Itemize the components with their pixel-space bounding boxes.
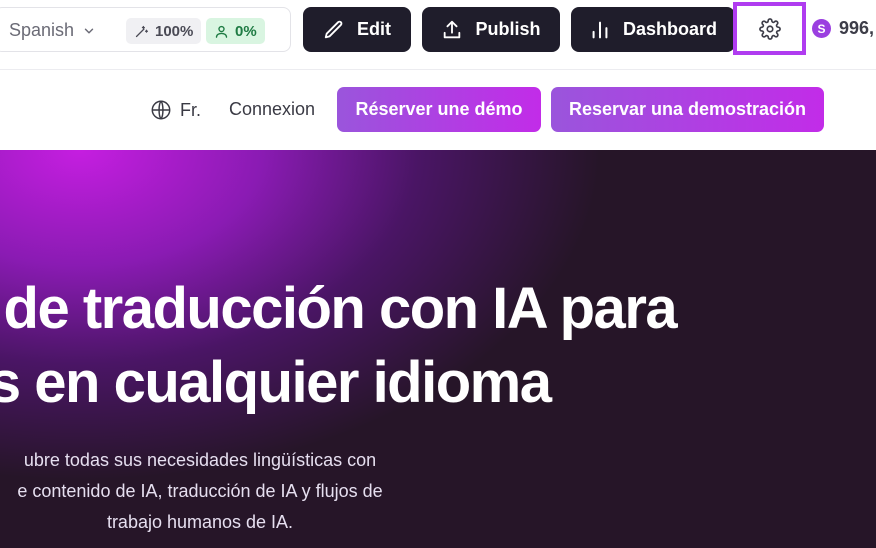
gear-icon: [758, 17, 781, 40]
language-select-label: Spanish: [9, 20, 75, 40]
user-icon: [215, 25, 228, 38]
publish-button[interactable]: Publish: [422, 7, 560, 52]
upload-icon: [444, 20, 461, 38]
hero-subtitle-line: trabajo humanos de IA.: [106, 512, 294, 532]
login-link[interactable]: Connexion: [229, 99, 315, 120]
site-nav: Fr. Connexion Réserver une démo Reservar…: [0, 70, 876, 150]
language-switcher-label: Fr.: [180, 99, 201, 120]
hero-subtitle: ubre todas sus necesidades lingüísticas …: [0, 445, 440, 538]
bar-chart-icon: [592, 21, 608, 38]
language-switcher[interactable]: Fr.: [150, 99, 201, 121]
human-percentage-value: 0%: [235, 22, 257, 40]
hero-subtitle-line: e contenido de IA, traducción de IA y fl…: [17, 481, 383, 501]
book-demo-button-es[interactable]: Reservar una demostración: [551, 87, 824, 132]
ai-percentage-badge: 100%: [126, 18, 202, 44]
ai-percentage-value: 100%: [155, 22, 194, 40]
credits-balance: S 996,: [812, 18, 874, 39]
magic-wand-icon: [135, 25, 149, 37]
dashboard-button-label: Dashboard: [622, 19, 718, 39]
edit-button[interactable]: Edit: [303, 7, 411, 52]
edit-button-label: Edit: [357, 19, 391, 39]
dashboard-button[interactable]: Dashboard: [571, 7, 735, 52]
hero-title: n de traducción con IA para os en cualqu…: [0, 272, 855, 420]
hero-section: n de traducción con IA para os en cualqu…: [0, 150, 876, 548]
human-percentage-badge: 0%: [206, 18, 265, 44]
hero-title-line: n de traducción con IA para: [0, 276, 678, 341]
hero-title-line: os en cualquier idioma: [0, 350, 552, 415]
chevron-down-icon: [84, 28, 94, 33]
credits-icon: S: [812, 19, 831, 38]
credits-value: 996,: [839, 18, 875, 38]
translation-status-box: Spanish 100% 0%: [0, 7, 291, 52]
settings-button[interactable]: [733, 2, 806, 55]
book-demo-button-fr[interactable]: Réserver une démo: [337, 87, 541, 132]
editor-toolbar: Spanish 100% 0% Edit Publish Dashboard S…: [0, 0, 876, 70]
globe-icon: [151, 100, 171, 120]
language-select[interactable]: Spanish: [9, 8, 96, 53]
hero-subtitle-line: ubre todas sus necesidades lingüísticas …: [23, 450, 377, 470]
publish-button-label: Publish: [475, 19, 541, 39]
pencil-icon: [324, 20, 343, 38]
